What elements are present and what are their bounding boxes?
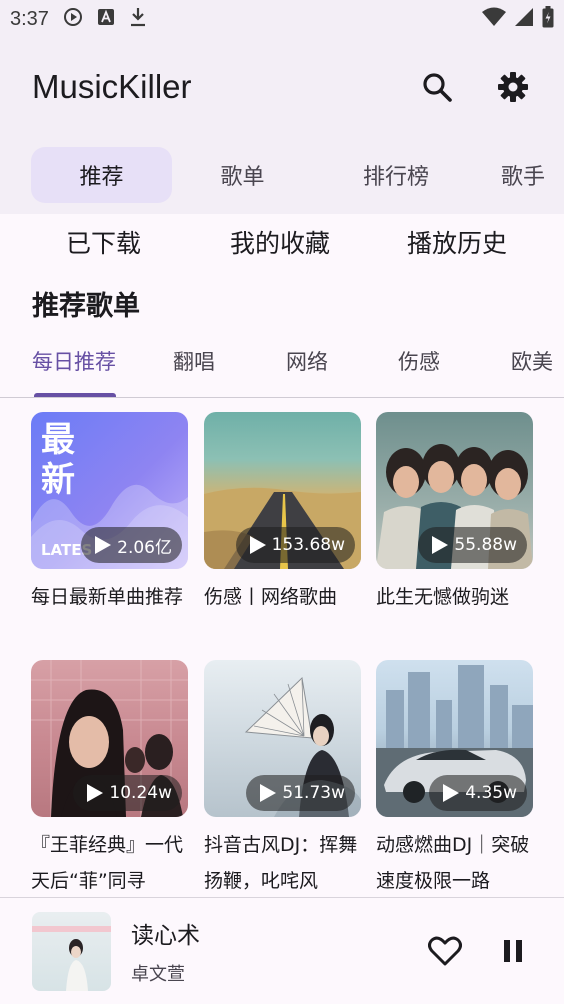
play-icon xyxy=(432,536,449,554)
playlist-card[interactable]: 51.73w 抖音古风DJ：挥舞扬鞭，叱咤风 xyxy=(204,660,361,899)
play-icon xyxy=(87,784,104,802)
status-time: 3:37 xyxy=(10,7,49,30)
tab-label: 歌手 xyxy=(501,165,546,190)
playlist-cover: 10.24w xyxy=(31,660,188,817)
play-count: 51.73w xyxy=(282,783,345,803)
play-count-pill[interactable]: 4.35w xyxy=(429,775,527,811)
category-tab-western[interactable]: 欧美 xyxy=(511,346,553,376)
app-title: MusicKiller xyxy=(32,68,192,105)
playlist-card[interactable]: 4.35w 动感燃曲DJ｜突破速度极限一路 xyxy=(376,660,533,899)
play-count-pill[interactable]: 55.88w xyxy=(418,527,527,563)
playlist-cover: 55.88w xyxy=(376,412,533,569)
heart-icon[interactable] xyxy=(426,932,464,970)
playlist-cover: 4.35w xyxy=(376,660,533,817)
quick-links: 已下载 我的收藏 播放历史 xyxy=(0,214,564,270)
cover-text-2: 新 xyxy=(41,460,75,500)
download-icon xyxy=(129,7,147,32)
play-count-pill[interactable]: 10.24w xyxy=(73,775,182,811)
play-count-pill[interactable]: 153.68w xyxy=(235,527,355,563)
tab-artists[interactable]: 歌手 xyxy=(479,147,564,203)
playlist-title: 抖音古风DJ：挥舞扬鞭，叱咤风 xyxy=(204,834,358,892)
play-count-pill[interactable]: 2.06亿 xyxy=(81,527,182,563)
category-tab-sad[interactable]: 伤感 xyxy=(398,346,440,376)
pause-icon[interactable] xyxy=(494,932,532,970)
play-count: 4.35w xyxy=(465,783,517,803)
tab-label: 歌单 xyxy=(220,165,265,190)
mini-player[interactable]: 读心术 卓文萱 xyxy=(0,897,564,1004)
playlist-title: 动感燃曲DJ｜突破速度极限一路 xyxy=(376,834,530,892)
playlist-title: 伤感丨网络歌曲 xyxy=(204,586,338,608)
signal-icon xyxy=(514,7,534,32)
battery-icon xyxy=(542,5,554,33)
play-count: 153.68w xyxy=(271,535,345,555)
playlist-card[interactable]: 最 新 LATES 2.06亿 每日最新单曲推荐 xyxy=(31,412,188,651)
category-tabs: 每日推荐 翻唱 网络 伤感 欧美 xyxy=(0,332,564,398)
app-bar: MusicKiller xyxy=(0,38,564,136)
tab-label: 推荐 xyxy=(79,165,124,190)
quick-link-history[interactable]: 播放历史 xyxy=(407,224,507,260)
play-icon xyxy=(443,784,460,802)
playlist-title: 此生无憾做驹迷 xyxy=(376,586,510,608)
tab-label: 排行榜 xyxy=(362,165,429,190)
now-playing-artist: 卓文萱 xyxy=(131,964,185,985)
playlist-cover: 51.73w xyxy=(204,660,361,817)
play-icon xyxy=(95,536,112,554)
status-bar: 3:37 xyxy=(0,0,564,38)
now-playing-cover[interactable] xyxy=(32,911,111,991)
play-count: 10.24w xyxy=(109,783,172,803)
playlist-cover: 最 新 LATES 2.06亿 xyxy=(31,412,188,569)
search-icon[interactable] xyxy=(418,68,456,106)
playlist-title: 『王菲经典』一代天后“菲”同寻 xyxy=(31,834,184,892)
section-title: 推荐歌单 xyxy=(32,291,140,322)
top-tabs: 推荐 歌单 排行榜 歌手 xyxy=(0,136,564,214)
cover-text-1: 最 xyxy=(41,420,75,460)
playlist-card[interactable]: 10.24w 『王菲经典』一代天后“菲”同寻 xyxy=(31,660,188,899)
playlist-card[interactable]: 153.68w 伤感丨网络歌曲 xyxy=(204,412,361,651)
playlist-card[interactable]: 55.88w 此生无憾做驹迷 xyxy=(376,412,533,651)
text-a-icon xyxy=(97,7,115,31)
category-tab-network[interactable]: 网络 xyxy=(286,346,328,376)
tab-charts[interactable]: 排行榜 xyxy=(313,147,479,203)
playlist-cover: 153.68w xyxy=(204,412,361,569)
category-tab-cover[interactable]: 翻唱 xyxy=(173,346,215,376)
play-circle-icon xyxy=(63,7,83,32)
play-count: 2.06亿 xyxy=(117,537,172,558)
category-tab-daily[interactable]: 每日推荐 xyxy=(32,346,116,376)
now-playing-title: 读心术 xyxy=(131,923,200,949)
quick-link-downloaded[interactable]: 已下载 xyxy=(66,224,141,260)
play-count: 55.88w xyxy=(454,535,517,555)
play-icon xyxy=(249,536,266,554)
playlist-title: 每日最新单曲推荐 xyxy=(31,586,184,608)
play-icon xyxy=(260,784,277,802)
settings-icon[interactable] xyxy=(494,68,532,106)
category-indicator xyxy=(34,393,116,397)
wifi-icon xyxy=(482,7,506,32)
play-count-pill[interactable]: 51.73w xyxy=(246,775,355,811)
tab-recommend[interactable]: 推荐 xyxy=(31,147,172,203)
quick-link-favorites[interactable]: 我的收藏 xyxy=(230,224,330,260)
tab-playlists[interactable]: 歌单 xyxy=(172,147,313,203)
